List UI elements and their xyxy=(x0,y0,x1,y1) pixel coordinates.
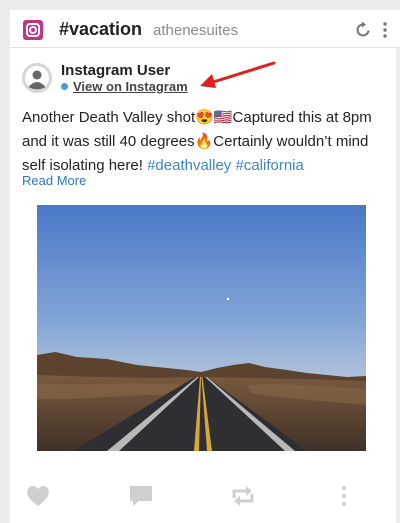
annotation-arrow-icon xyxy=(200,61,276,88)
instagram-logo-icon xyxy=(23,20,43,40)
heart-icon[interactable] xyxy=(24,483,52,509)
feed-account: athenesuites xyxy=(153,22,239,39)
status-dot xyxy=(61,83,68,90)
avatar xyxy=(22,63,52,93)
hashtag-link[interactable]: #deathvalley xyxy=(147,157,231,174)
feed-title: #vacation xyxy=(59,19,143,39)
user-icon xyxy=(22,63,52,93)
view-on-instagram-link[interactable]: View on Instagram xyxy=(73,79,188,94)
post-card: Instagram User View on Instagram Another… xyxy=(10,48,396,523)
post-username: Instagram User xyxy=(61,62,171,79)
post-caption: Another Death Valley shot😍🇺🇸Captured thi… xyxy=(22,106,392,178)
read-more-link[interactable]: Read More xyxy=(22,173,86,188)
post-photo[interactable] xyxy=(37,205,366,451)
comment-icon[interactable] xyxy=(127,483,155,509)
hashtag-link[interactable]: #california xyxy=(235,157,303,174)
more-vert-icon[interactable] xyxy=(330,483,358,509)
post-actions xyxy=(10,483,396,511)
retweet-icon[interactable] xyxy=(229,483,257,509)
refresh-icon[interactable] xyxy=(354,21,372,39)
more-vert-icon[interactable] xyxy=(382,22,388,38)
feed-header: #vacation athenesuites xyxy=(10,10,400,48)
